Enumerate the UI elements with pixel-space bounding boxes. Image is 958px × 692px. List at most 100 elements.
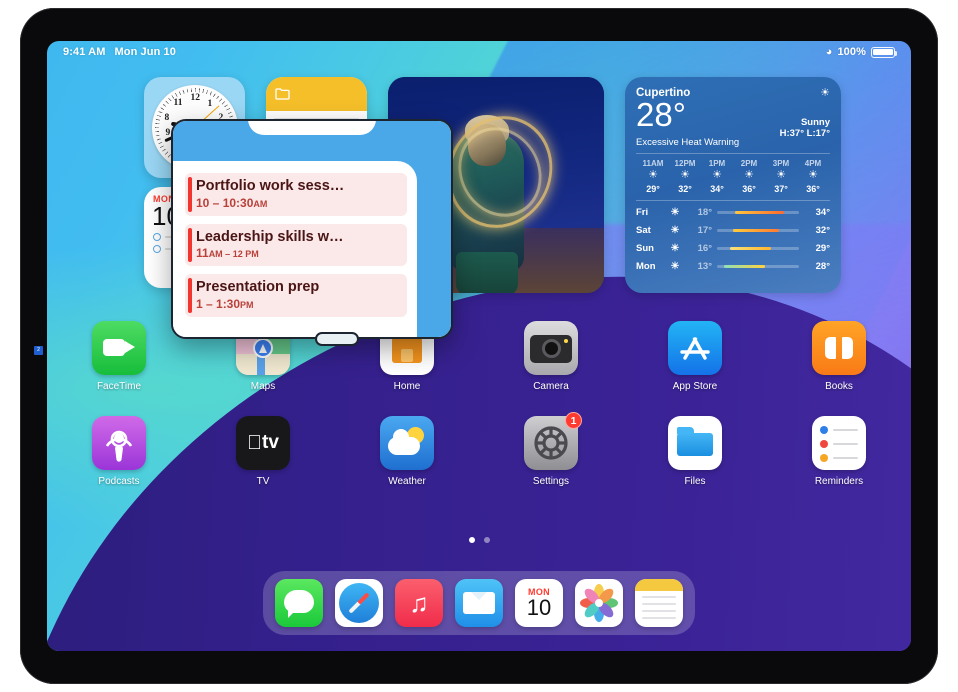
app-label: FaceTime (96, 381, 142, 392)
mail-icon[interactable] (455, 579, 503, 627)
calendar-event[interactable]: Portfolio work sess… 10 – 10:30AM (185, 173, 407, 216)
weather-day-high: 34° (815, 207, 830, 219)
calendar-event[interactable]: Presentation prep 1 – 1:30PM (185, 274, 407, 318)
safari-icon[interactable] (335, 579, 383, 627)
app-settings[interactable]: 1 Settings (479, 412, 623, 487)
popup-notch (248, 121, 376, 135)
app-reminders[interactable]: Reminders (767, 416, 911, 487)
app-label: Reminders (814, 476, 864, 487)
weather-hour-label: 2PM (740, 158, 758, 168)
weather-day-row: Sat ☀ 17° 32° (636, 222, 830, 240)
clock-number: 1 (207, 98, 213, 109)
folder-icon (275, 88, 290, 100)
calendar-icon[interactable]: MON 10 (515, 579, 563, 627)
app-tv[interactable]: tv TV (191, 416, 335, 487)
app-label: Podcasts (98, 476, 140, 487)
weather-day-label: Sat (636, 225, 651, 237)
calendar-event-title: Presentation prep (196, 279, 320, 296)
app-books[interactable]: Books (767, 321, 911, 392)
weather-day-label: Fri (636, 207, 649, 219)
app-label: Maps (250, 381, 276, 392)
weather-temp-range-bar (717, 246, 799, 251)
app-store-icon[interactable] (668, 321, 722, 375)
sun-icon: ☀ (680, 168, 690, 181)
page-dot[interactable] (468, 537, 475, 543)
drag-handle-icon[interactable] (315, 332, 359, 346)
app-app-store[interactable]: App Store (623, 321, 767, 392)
weather-day-row: Mon ☀ 13° 28° (636, 258, 830, 276)
weather-summary: ☀ Sunny H:37° L:17° (780, 86, 830, 140)
weather-hour-cell: 12PM ☀ 32° (669, 159, 701, 194)
sun-icon: ☀ (670, 207, 680, 219)
weather-temp-range-bar (717, 210, 799, 215)
weather-hour-label: 1PM (708, 158, 726, 168)
app-label: Books (825, 381, 853, 392)
sun-icon: ☀ (744, 168, 754, 181)
status-bar-right: ◕ 100% (825, 46, 898, 58)
sun-icon: ☀ (808, 168, 818, 181)
sun-icon: ☀ (712, 168, 722, 181)
circle-icon (153, 244, 161, 253)
calendar-event-title: Portfolio work sess… (196, 178, 345, 194)
files-icon[interactable] (668, 416, 722, 470)
app-facetime[interactable]: FaceTime (47, 321, 191, 392)
sun-icon: ☀ (670, 261, 680, 273)
app-label: Settings (532, 476, 570, 487)
weather-hour-cell: 3PM ☀ 37° (765, 159, 797, 194)
notes-icon[interactable] (635, 579, 683, 627)
reminders-icon[interactable] (812, 416, 866, 470)
weather-hour-label: 3PM (772, 158, 790, 168)
clock-number: 11 (173, 97, 183, 108)
weather-day-high: 29° (815, 243, 830, 255)
weather-hour-temp: 32° (678, 183, 692, 194)
tv-icon[interactable]: tv (236, 416, 290, 470)
podcasts-icon[interactable] (92, 416, 146, 470)
app-label: App Store (672, 381, 718, 392)
calendar-widget-popup[interactable]: Portfolio work sess… 10 – 10:30AM Leader… (171, 119, 453, 339)
weather-hour-label: 11AM (642, 158, 664, 168)
wifi-icon: ◕ (825, 46, 833, 58)
status-bar-left: 9:41 AM Mon Jun 10 (63, 46, 176, 58)
status-date: Mon Jun 10 (114, 46, 176, 58)
app-files[interactable]: Files (623, 416, 767, 487)
clock-number: 12 (190, 92, 201, 103)
facetime-icon[interactable] (92, 321, 146, 375)
weather-hour-cell: 1PM ☀ 34° (701, 159, 733, 194)
weather-hour-temp: 29° (646, 183, 660, 194)
music-icon[interactable]: ♫ (395, 579, 443, 627)
weather-hour-temp: 36° (806, 183, 820, 194)
weather-alert: Excessive Heat Warning (636, 137, 830, 154)
weather-hour-temp: 34° (710, 183, 724, 194)
page-indicator[interactable] (47, 537, 911, 543)
status-time: 9:41 AM (63, 46, 106, 58)
weather-day-high: 28° (815, 261, 830, 273)
app-row: Podcasts tv TV Weather 1 Settings (47, 412, 911, 487)
ipad-screen: 9:41 AM Mon Jun 10 ◕ 100% 12 1 2 8 9 11 (47, 41, 911, 651)
weather-day-row: Sun ☀ 16° 29° (636, 240, 830, 258)
camera-icon[interactable] (524, 321, 578, 375)
weather-icon[interactable] (380, 416, 434, 470)
weather-hourly-forecast: 11AM ☀ 29° 12PM ☀ 32° 1PM ☀ 34° 2PM ☀ 36… (636, 154, 830, 201)
status-bar: 9:41 AM Mon Jun 10 ◕ 100% (47, 41, 911, 63)
app-camera[interactable]: Camera (479, 321, 623, 392)
widget-weather[interactable]: Cupertino 28° ☀ Sunny H:37° L:17° Excess… (625, 77, 841, 293)
weather-hour-cell: 2PM ☀ 36° (733, 159, 765, 194)
photos-icon[interactable] (575, 579, 623, 627)
calendar-event[interactable]: Leadership skills w… 11AM – 12 PM (185, 223, 407, 267)
weather-hour-temp: 36° (742, 183, 756, 194)
books-icon[interactable] (812, 321, 866, 375)
messages-icon[interactable] (275, 579, 323, 627)
sun-icon: ☀ (670, 243, 680, 255)
sun-icon: ☀ (648, 168, 658, 181)
sun-icon: ☀ (820, 87, 830, 99)
app-label: Files (684, 476, 706, 487)
page-dot[interactable] (483, 537, 490, 543)
notification-badge: 1 (565, 412, 582, 429)
app-weather[interactable]: Weather (335, 416, 479, 487)
clock-number: 9 (165, 127, 171, 138)
weather-hour-label: 12PM (674, 158, 696, 168)
weather-day-row: Fri ☀ 18° 34° (636, 204, 830, 222)
calendar-event-time: 1 – 1:30PM (196, 297, 254, 312)
app-podcasts[interactable]: Podcasts (47, 416, 191, 487)
weather-day-low: 13° (697, 261, 712, 273)
